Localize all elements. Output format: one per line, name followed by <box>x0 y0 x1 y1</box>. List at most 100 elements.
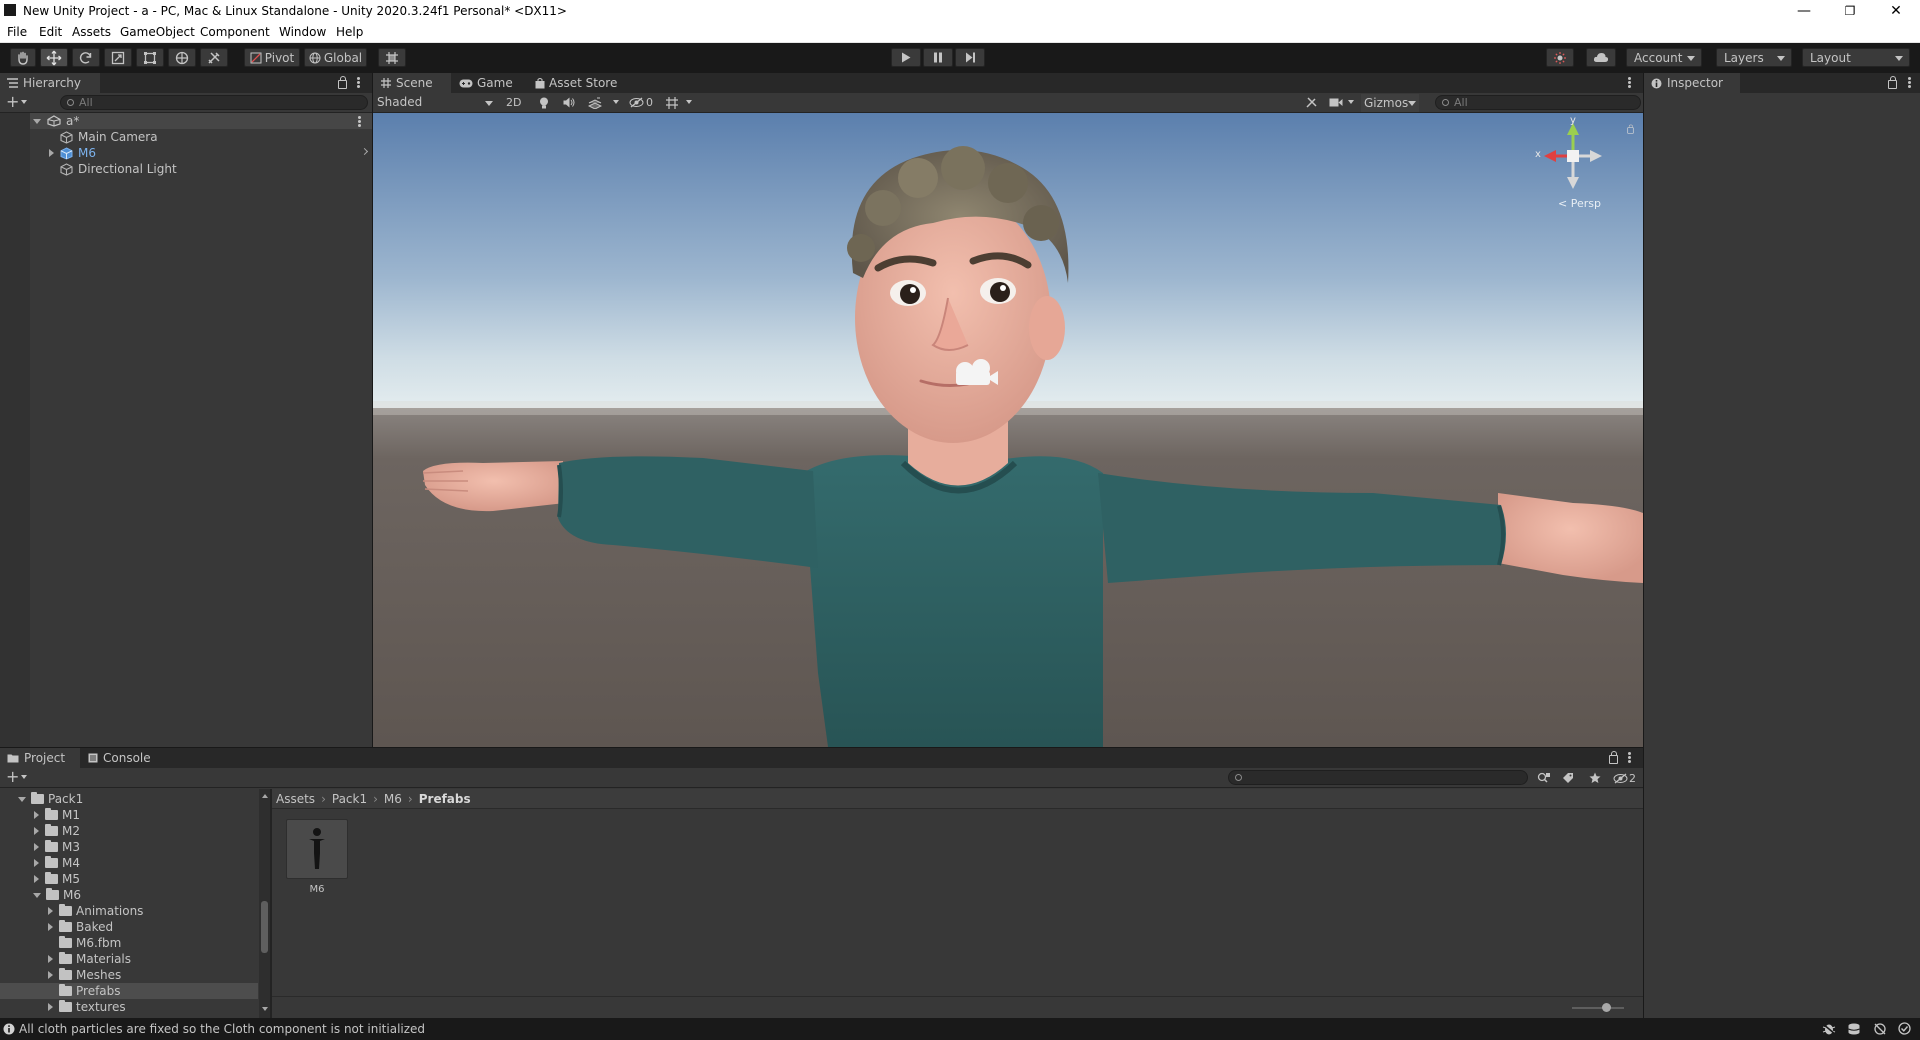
menu-edit[interactable]: Edit <box>39 25 62 39</box>
project-search-input[interactable] <box>1228 770 1528 785</box>
lighting-icon[interactable] <box>1873 1023 1887 1035</box>
folder-m4[interactable]: M4 <box>0 855 80 871</box>
foldout-arrow-icon[interactable] <box>48 907 53 915</box>
tree-scrollbar[interactable] <box>259 789 270 1018</box>
chevron-down-icon[interactable] <box>21 100 27 104</box>
shading-mode-dropdown[interactable]: Shaded <box>377 95 495 111</box>
scale-tool-button[interactable] <box>104 48 132 67</box>
foldout-arrow-icon[interactable] <box>34 875 39 883</box>
grid-snap-button[interactable] <box>378 48 406 67</box>
foldout-arrow-icon[interactable] <box>34 827 39 835</box>
foldout-arrow-icon[interactable] <box>34 811 39 819</box>
icon-size-slider[interactable] <box>1572 1003 1624 1012</box>
chevron-down-icon[interactable] <box>1348 100 1354 104</box>
folder-m6-fbm[interactable]: M6.fbm <box>0 935 121 951</box>
menu-window[interactable]: Window <box>279 25 326 39</box>
pivot-toggle-button[interactable]: Pivot <box>244 48 300 67</box>
minimize-button[interactable]: — <box>1781 0 1827 22</box>
more-options-icon[interactable] <box>1908 77 1911 88</box>
scroll-up-icon[interactable] <box>262 794 268 798</box>
lock-icon[interactable] <box>1627 124 1634 134</box>
asset-item-m6[interactable]: M6 <box>286 819 348 899</box>
gizmos-dropdown[interactable]: Gizmos <box>1361 94 1419 112</box>
foldout-arrow-icon[interactable] <box>48 923 53 931</box>
foldout-arrow-icon[interactable] <box>48 1003 53 1011</box>
tab-scene[interactable]: Scene <box>373 73 451 93</box>
folder-prefabs[interactable]: Prefabs <box>0 983 258 999</box>
maximize-button[interactable]: ❐ <box>1827 0 1873 22</box>
tab-hierarchy[interactable]: Hierarchy <box>0 73 100 93</box>
hidden-packages-toggle[interactable]: 2 <box>1613 772 1636 785</box>
tab-inspector[interactable]: Inspector <box>1644 73 1740 93</box>
lock-icon[interactable] <box>1888 76 1897 89</box>
hierarchy-search-input[interactable]: All <box>60 95 368 110</box>
tab-game[interactable]: Game <box>459 73 529 93</box>
folder-meshes[interactable]: Meshes <box>0 967 121 983</box>
more-options-icon[interactable] <box>357 77 360 88</box>
chevron-down-icon[interactable] <box>686 100 692 104</box>
hierarchy-item-m6[interactable]: M6 <box>0 145 372 161</box>
database-icon[interactable] <box>1847 1023 1861 1035</box>
menu-component[interactable]: Component <box>200 25 270 39</box>
foldout-arrow-icon[interactable] <box>48 955 53 963</box>
tab-console[interactable]: Console <box>88 748 168 768</box>
folder-m6[interactable]: M6 <box>0 887 81 903</box>
scene-options-icon[interactable] <box>358 116 361 127</box>
check-circle-icon[interactable] <box>1898 1022 1911 1035</box>
label-tag-icon[interactable] <box>1562 772 1574 784</box>
folder-pack1[interactable]: Pack1 <box>0 791 83 807</box>
foldout-arrow-icon[interactable] <box>18 796 26 802</box>
slider-thumb[interactable] <box>1602 1003 1611 1012</box>
pause-button[interactable] <box>923 48 953 67</box>
global-toggle-button[interactable]: Global <box>304 48 367 67</box>
breadcrumb-m6[interactable]: M6 <box>384 792 402 806</box>
menu-gameobject[interactable]: GameObject <box>120 25 195 39</box>
more-options-icon[interactable] <box>1628 77 1631 88</box>
cloud-button[interactable] <box>1586 48 1616 67</box>
projection-label[interactable]: < Persp <box>1558 197 1601 210</box>
star-icon[interactable] <box>1589 772 1601 784</box>
hierarchy-item-main-camera[interactable]: Main Camera <box>0 129 372 145</box>
search-by-type-icon[interactable] <box>1537 772 1551 784</box>
add-icon[interactable]: + <box>6 94 19 110</box>
hidden-objects-toggle[interactable]: 0 <box>629 96 653 109</box>
menu-assets[interactable]: Assets <box>72 25 111 39</box>
menu-file[interactable]: File <box>7 25 27 39</box>
more-options-icon[interactable] <box>1628 752 1631 763</box>
bug-icon[interactable] <box>1822 1023 1836 1035</box>
folder-animations[interactable]: Animations <box>0 903 143 919</box>
effects-layers-icon[interactable] <box>588 97 602 109</box>
foldout-arrow-icon[interactable] <box>33 892 41 898</box>
step-button[interactable] <box>955 48 985 67</box>
custom-tool-button[interactable] <box>200 48 228 67</box>
breadcrumb-prefabs[interactable]: Prefabs <box>419 792 471 806</box>
scene-search-input[interactable]: All <box>1435 95 1641 110</box>
lock-icon[interactable] <box>338 76 347 89</box>
hand-tool-button[interactable] <box>10 48 36 67</box>
layers-dropdown[interactable]: Layers <box>1716 48 1792 67</box>
chevron-down-icon[interactable] <box>21 775 27 779</box>
chevron-down-icon[interactable] <box>613 100 619 104</box>
folder-m3[interactable]: M3 <box>0 839 80 855</box>
2d-toggle-button[interactable]: 2D <box>506 96 521 109</box>
breadcrumb-assets[interactable]: Assets <box>276 792 315 806</box>
add-icon[interactable]: + <box>6 769 19 785</box>
rotate-tool-button[interactable] <box>72 48 100 67</box>
folder-materials[interactable]: Materials <box>0 951 131 967</box>
foldout-arrow-icon[interactable] <box>33 118 41 124</box>
status-message[interactable]: All cloth particles are fixed so the Clo… <box>19 1022 425 1036</box>
foldout-arrow-icon[interactable] <box>49 149 54 157</box>
breadcrumb-pack1[interactable]: Pack1 <box>332 792 367 806</box>
close-button[interactable]: ✕ <box>1873 0 1919 22</box>
menu-help[interactable]: Help <box>336 25 363 39</box>
collab-button[interactable] <box>1546 48 1574 67</box>
play-button[interactable] <box>891 48 921 67</box>
folder-m5[interactable]: M5 <box>0 871 80 887</box>
grid-visibility-icon[interactable] <box>665 97 679 109</box>
tab-asset-store[interactable]: Asset Store <box>535 73 635 93</box>
folder-textures[interactable]: textures <box>0 999 126 1015</box>
tools-icon[interactable] <box>1305 96 1318 109</box>
audio-speaker-icon[interactable] <box>563 97 575 108</box>
scroll-down-icon[interactable] <box>262 1007 268 1011</box>
orientation-gizmo[interactable]: y x < Persp <box>1535 115 1608 216</box>
